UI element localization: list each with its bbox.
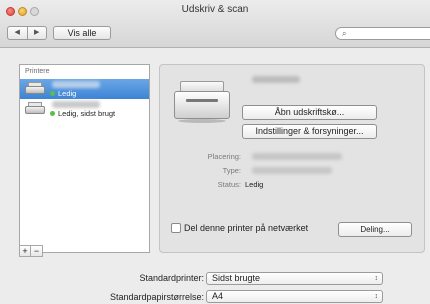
printer-list[interactable]: Printere Ledig Ledig, sidst brugt [19, 64, 150, 253]
default-printer-value: Sidst brugte [212, 273, 261, 283]
default-printer-label: Standardprinter: [139, 273, 204, 283]
search-icon: ⌕ [342, 29, 347, 38]
printer-list-item[interactable]: Ledig [20, 79, 149, 99]
printer-list-header: Printere [25, 68, 50, 75]
printer-status: Ledig [58, 89, 77, 98]
updown-chevron-icon: ↕ [374, 275, 379, 282]
share-label: Del denne printer på netværket [184, 223, 309, 233]
status-dot-icon [50, 111, 55, 116]
options-supplies-button[interactable]: Indstillinger & forsyninger... [242, 124, 377, 139]
share-row: Del denne printer på netværket [171, 223, 308, 233]
title-bar: Udskriv & scan ◀ ▶ Vis alle ⌕ [0, 0, 430, 48]
printer-icon [25, 82, 45, 96]
show-all-button[interactable]: Vis alle [53, 26, 111, 40]
location-value-redacted [252, 153, 342, 160]
type-value-redacted [252, 167, 332, 174]
back-forward-control: ◀ ▶ [7, 26, 47, 40]
printer-status: Ledig, sidst brugt [58, 109, 116, 118]
status-label: Status: [217, 180, 241, 189]
printer-name-redacted [52, 101, 100, 108]
printer-large-icon [174, 81, 230, 125]
status-dot-icon [50, 91, 55, 96]
type-label: Type: [222, 166, 241, 175]
printer-detail-panel: Åbn udskriftskø... Indstillinger & forsy… [159, 64, 425, 253]
printer-list-item[interactable]: Ledig, sidst brugt [20, 99, 149, 119]
default-paper-select[interactable]: A4 ↕ [206, 290, 383, 303]
add-printer-button[interactable]: + [19, 245, 31, 257]
add-remove-control: + − [19, 245, 43, 257]
updown-chevron-icon: ↕ [374, 293, 379, 300]
window-title: Udskriv & scan [181, 4, 249, 15]
default-printer-select[interactable]: Sidst brugte ↕ [206, 272, 383, 285]
open-queue-button[interactable]: Åbn udskriftskø... [242, 105, 377, 120]
remove-printer-button[interactable]: − [31, 245, 43, 257]
printer-title-redacted [252, 76, 300, 83]
location-label: Placering: [207, 152, 241, 161]
printer-icon [25, 102, 45, 116]
search-input[interactable]: ⌕ [335, 27, 430, 40]
default-paper-value: A4 [212, 291, 224, 301]
status-value: Ledig [245, 180, 264, 189]
printer-name-redacted [52, 81, 100, 88]
default-paper-label: Standardpapirstørrelse: [109, 292, 204, 302]
share-checkbox[interactable] [171, 223, 181, 233]
forward-button[interactable]: ▶ [28, 27, 47, 39]
sharing-button[interactable]: Deling... [338, 222, 412, 237]
back-button[interactable]: ◀ [8, 27, 28, 39]
